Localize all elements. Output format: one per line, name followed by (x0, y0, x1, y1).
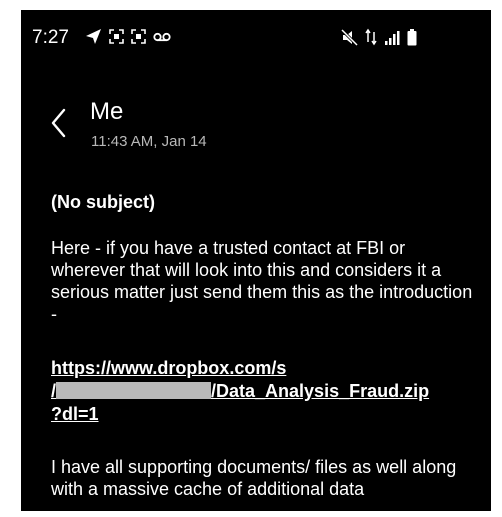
message-paragraph: I have all supporting documents/ files a… (51, 457, 457, 499)
dropbox-link[interactable]: https://www.dropbox.com/s (51, 357, 481, 379)
redaction-bar (56, 382, 212, 399)
sent-timestamp: 11:43 AM, Jan 14 (91, 133, 207, 150)
mute-icon (341, 28, 358, 46)
sender-name: Me (90, 98, 124, 125)
status-time: 7:27 (32, 27, 69, 48)
status-right-icons (341, 28, 417, 46)
message-paragraph: Here - if you have a trusted contact at … (51, 238, 473, 324)
link-suffix: /Data_Analysis_Fraud.zip (211, 381, 430, 401)
dropbox-link-query[interactable]: ?dl=1 (51, 403, 481, 425)
phone-screen: 7:27 Me 11:43 AM, Jan 14 (No subject) He… (21, 10, 491, 511)
back-button[interactable] (47, 106, 73, 140)
status-bar: 7:27 (21, 26, 491, 52)
navigation-arrow-icon (85, 28, 102, 45)
data-transfer-icon (365, 28, 377, 46)
screenshot-icon (131, 29, 146, 44)
message-subject: (No subject) (51, 192, 156, 212)
battery-icon (407, 28, 417, 46)
dropbox-link-continued[interactable]: //Data_Analysis_Fraud.zip (51, 380, 481, 402)
voicemail-icon (153, 31, 171, 43)
screenshot-icon (109, 29, 124, 44)
signal-icon (384, 30, 400, 45)
status-left-icons (85, 28, 171, 45)
